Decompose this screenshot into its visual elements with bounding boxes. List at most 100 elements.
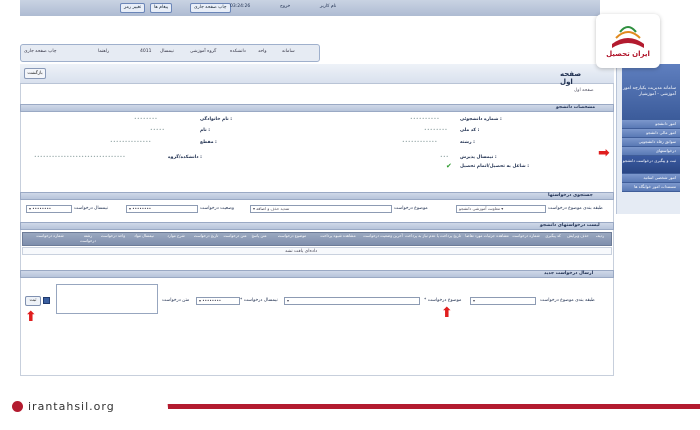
nav-faculty: دانشکده <box>230 49 246 54</box>
save-icon[interactable] <box>43 297 50 304</box>
new-request-title: ارسال درخواست جدید <box>544 271 594 276</box>
search-category-label: طبقه بندی موضوع درخواست <box>548 206 603 211</box>
brand-logo <box>596 14 660 68</box>
last-name-value: •••••••• <box>134 117 158 122</box>
col-header: متن پاسخ <box>251 233 267 238</box>
new-category-select[interactable]: ▾ <box>470 297 536 305</box>
nav-group: گروه آموزشی <box>190 49 217 54</box>
search-term-value: •••••••• <box>32 206 52 211</box>
check-icon: ✔ <box>446 162 452 170</box>
search-subject-select[interactable]: ▾ تمدید حذف و اضافه <box>250 205 392 213</box>
col-header: تاریخ پرداخت یا عدم نیاز به پرداخت <box>405 233 461 238</box>
sidebar-item-professors[interactable]: امور شخصی اساتید <box>622 174 680 183</box>
major-value: •••••••••••• <box>402 140 438 145</box>
search-category-value: معاونت آموزشی دانشجو <box>459 206 500 211</box>
faculty-value: ••••••••••••••••••••••••••••••• <box>34 155 126 160</box>
back-button[interactable]: بازگشت <box>24 68 46 79</box>
last-name-label: نام خانوادگی : <box>200 117 233 122</box>
change-password-label: تغییر رمز <box>124 5 142 10</box>
col-header: حذف ویرایش <box>567 233 589 238</box>
logout-link[interactable]: خروج <box>280 4 290 9</box>
print-current-page-link[interactable]: چاپ صفحه جاری <box>24 49 57 54</box>
new-request-header <box>20 270 614 278</box>
page-title: صفحه اول <box>560 70 582 86</box>
nav-unit: واحد <box>258 49 267 54</box>
admission-term-value: ••• <box>440 155 449 160</box>
degree-label: مقطع : <box>200 140 217 145</box>
print-page-label: چاپ صفحه جاری <box>194 5 227 10</box>
student-id-value: •••••••••• <box>410 117 440 122</box>
search-category-select[interactable]: معاونت آموزشی دانشجو ▾ <box>456 205 546 213</box>
requests-list-header <box>20 222 614 230</box>
submit-button[interactable]: ثبت <box>25 296 41 306</box>
search-header <box>20 192 614 200</box>
site-url: irantahsil.org <box>28 400 115 413</box>
search-subject-label: موضوع درخواست <box>394 206 428 211</box>
globe-icon <box>12 401 23 412</box>
sidebar-item-student-finance[interactable]: امور مالی دانشجو <box>622 129 680 138</box>
faculty-label: دانشکده/گروه : <box>168 155 202 160</box>
new-term-value: •••••••• <box>202 298 222 303</box>
search-term-select[interactable]: ▾ •••••••• <box>26 205 72 213</box>
new-category-label: طبقه بندی موضوع درخواست <box>540 298 595 303</box>
messages-label: پیغام ها <box>154 5 169 10</box>
new-term-label: * نیمسال درخواست <box>240 298 278 303</box>
first-name-value: ••••• <box>150 128 165 133</box>
brand-name: ایران تحصیل <box>606 50 650 58</box>
col-header: واحد درخواست <box>100 233 126 238</box>
new-subject-select[interactable]: ▾ <box>284 297 420 305</box>
new-term-select[interactable]: ▾ •••••••• <box>196 297 240 305</box>
search-subject-value: تمدید حذف و اضافه <box>256 206 290 211</box>
request-text-label: متن درخواست <box>162 298 190 303</box>
col-header: مشاهده شیوه پرداخت <box>320 233 356 238</box>
col-header: موضوع درخواست <box>277 233 307 238</box>
search-status-select[interactable]: ▾ •••••••• <box>126 205 198 213</box>
empty-table-text: داده‌ای یافت نشد <box>285 249 318 254</box>
nav-term: نیمسال <box>160 49 174 54</box>
arrow-right-icon: ➡ <box>598 145 610 161</box>
national-id-value: •••••••• <box>424 128 448 133</box>
sidebar-item-welfare[interactable]: سوابق رفاه دانشجویی <box>622 138 680 147</box>
user-name: نام کاربر <box>320 4 337 9</box>
student-id-label: شماره دانشجوئی : <box>460 117 502 122</box>
student-info-title: مشخصات دانشجو <box>556 105 596 110</box>
search-status-value: •••••••• <box>132 206 152 211</box>
sidebar-item-track-request[interactable]: ثبت و پیگیری درخواست دانشجو <box>622 156 680 174</box>
col-header: شماره درخواست <box>512 233 540 238</box>
request-text-area[interactable] <box>56 284 158 314</box>
footer-stripe <box>160 404 700 409</box>
admission-term-label: نیمسال پذیرش : <box>460 155 497 160</box>
requests-list-title: لیست درخواستهای دانشجو <box>540 223 600 228</box>
help-link[interactable]: راهنما <box>98 49 109 54</box>
col-header: مشاهده جزئیات مورد تقاضا <box>465 233 509 238</box>
col-header: متن درخواست <box>223 233 247 238</box>
nav-term-code: 4011 <box>140 49 152 54</box>
col-header: ردیف <box>595 233 605 238</box>
change-password-button[interactable]: تغییر رمز <box>120 3 146 13</box>
col-header: رشته درخواست <box>80 233 96 243</box>
major-label: رشته : <box>460 140 475 145</box>
time-display: 03:24:26 <box>230 4 251 9</box>
degree-value: •••••••••••••• <box>110 140 152 145</box>
student-info-header <box>20 104 614 112</box>
book-logo-icon <box>612 26 644 48</box>
sidebar-item-requests[interactable]: درخواستهای <box>622 147 680 156</box>
first-name-label: نام : <box>200 128 211 133</box>
sidebar-item-student-affairs[interactable]: امور دانشجو <box>622 120 680 129</box>
sidebar-item-dormitory[interactable]: مستندات امور خوابگاه ها <box>622 183 680 192</box>
page-header <box>20 64 614 84</box>
breadcrumb[interactable]: صفحه اول <box>574 88 594 93</box>
sidebar-title: سامانه مدیریت یکپارچه امور آموزشی - آموز… <box>622 86 676 97</box>
search-term-label: نیمسال درخواست <box>74 206 109 211</box>
arrow-up-icon: ⬆ <box>25 309 37 325</box>
col-header: تاریخ درخواست <box>193 233 219 238</box>
col-header: آخرین وضعیت درخواست <box>363 233 403 238</box>
col-header: شرح موارد <box>167 233 185 238</box>
search-title: جستجوی درخواستها <box>548 193 593 198</box>
nav-system: سامانه <box>282 49 295 54</box>
arrow-up-icon: ⬆ <box>441 305 453 321</box>
national-id-label: کد ملی : <box>460 128 480 133</box>
col-header: نیمسال مواد <box>134 233 154 238</box>
print-page-button[interactable]: چاپ صفحه جاری <box>190 3 231 13</box>
messages-button[interactable]: پیغام ها <box>150 3 173 13</box>
